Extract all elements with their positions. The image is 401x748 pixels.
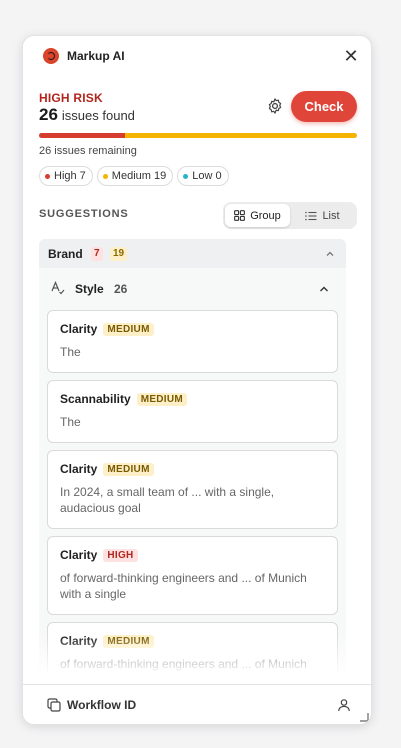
severity-badge: MEDIUM bbox=[103, 462, 154, 476]
list-view-button[interactable]: List bbox=[290, 204, 355, 227]
markup-ai-logo-icon bbox=[43, 48, 59, 64]
style-subgroup-label: Style bbox=[75, 282, 104, 296]
suggestion-excerpt: of forward-thinking engineers and ... of… bbox=[60, 571, 307, 601]
suggestion-category: Scannability bbox=[60, 392, 131, 406]
suggestion-cards: Clarity MEDIUM The Scannability MEDIUM T… bbox=[39, 310, 346, 672]
markup-ai-panel: Markup AI ✕ HIGH RISK 26 issues found Che… bbox=[22, 35, 372, 725]
suggestion-category: Clarity bbox=[60, 462, 98, 476]
suggestion-category: Clarity bbox=[60, 322, 98, 336]
filter-chip-label: Medium 19 bbox=[111, 170, 167, 182]
filter-chip-medium[interactable]: Medium 19 bbox=[96, 166, 174, 186]
high-dot-icon bbox=[45, 173, 50, 179]
suggestion-excerpt: of forward-thinking engineers and ... of… bbox=[60, 657, 307, 671]
low-dot-icon bbox=[183, 173, 189, 179]
filter-chip-low[interactable]: Low 0 bbox=[177, 166, 229, 186]
group-view-button[interactable]: Group bbox=[225, 204, 290, 227]
style-subgroup-header[interactable]: Style 26 bbox=[39, 268, 346, 310]
app-title: Markup AI bbox=[67, 49, 125, 63]
grid-icon bbox=[234, 210, 246, 221]
close-icon[interactable]: ✕ bbox=[341, 46, 361, 66]
suggestion-excerpt: The bbox=[60, 415, 81, 429]
group-view-label: Group bbox=[250, 209, 281, 222]
medium-dot-icon bbox=[102, 173, 108, 179]
severity-badge: MEDIUM bbox=[103, 634, 154, 648]
settings-gear-icon[interactable] bbox=[266, 97, 284, 115]
suggestion-card[interactable]: Clarity MEDIUM In 2024, a small team of … bbox=[47, 450, 338, 529]
filter-chip-high[interactable]: High 7 bbox=[39, 166, 93, 186]
suggestion-category: Clarity bbox=[60, 634, 98, 648]
brand-medium-count: 19 bbox=[110, 247, 128, 261]
suggestion-card[interactable]: Clarity MEDIUM The bbox=[47, 310, 338, 373]
severity-badge: HIGH bbox=[103, 548, 138, 562]
chevron-up-icon[interactable] bbox=[318, 283, 330, 295]
issues-remaining: 26 issues remaining bbox=[39, 145, 137, 157]
style-text-icon bbox=[51, 281, 65, 295]
suggestion-card[interactable]: Clarity MEDIUM of forward-thinking engin… bbox=[47, 622, 338, 672]
list-view-label: List bbox=[322, 209, 340, 222]
risk-level: HIGH RISK bbox=[39, 91, 103, 105]
severity-bar-medium bbox=[124, 133, 357, 138]
style-subgroup-count: 26 bbox=[114, 282, 128, 296]
issue-severity-bar bbox=[39, 133, 357, 138]
severity-badge: MEDIUM bbox=[136, 392, 188, 406]
suggestions-list[interactable]: Brand 7 19 Style 26 Clarity MEDIUM The S… bbox=[39, 239, 346, 672]
suggestion-category: Clarity bbox=[60, 548, 98, 562]
severity-badge: MEDIUM bbox=[103, 322, 154, 336]
issues-summary: 26 issues found bbox=[39, 105, 135, 125]
copy-icon[interactable] bbox=[47, 698, 61, 712]
user-icon[interactable] bbox=[337, 698, 351, 712]
resize-handle-icon[interactable] bbox=[359, 712, 369, 722]
brand-group-label: Brand bbox=[48, 247, 83, 261]
issue-count: 26 bbox=[39, 105, 58, 124]
view-toggle: Group List bbox=[223, 202, 357, 229]
suggestion-card[interactable]: Scannability MEDIUM The bbox=[47, 380, 338, 443]
suggestion-excerpt: In 2024, a small team of ... with a sing… bbox=[60, 485, 275, 515]
brand-group-header[interactable]: Brand 7 19 bbox=[39, 239, 346, 268]
suggestion-card[interactable]: Clarity HIGH of forward-thinking enginee… bbox=[47, 536, 338, 615]
suggestions-heading: SUGGESTIONS bbox=[39, 208, 129, 220]
filter-chip-label: High 7 bbox=[54, 170, 86, 182]
panel-footer: Workflow ID bbox=[23, 684, 371, 724]
issue-count-label: issues found bbox=[61, 108, 135, 123]
panel-header: Markup AI ✕ bbox=[23, 36, 371, 76]
brand-high-count: 7 bbox=[91, 247, 103, 261]
filter-chip-label: Low 0 bbox=[192, 170, 222, 182]
suggestion-excerpt: The bbox=[60, 345, 81, 359]
severity-bar-high bbox=[39, 133, 125, 138]
workflow-id-button[interactable]: Workflow ID bbox=[67, 698, 136, 712]
list-icon bbox=[305, 211, 317, 220]
severity-filters: High 7 Medium 19 Low 0 bbox=[39, 166, 229, 186]
chevron-up-icon[interactable] bbox=[324, 248, 336, 260]
check-button[interactable]: Check bbox=[291, 91, 357, 122]
